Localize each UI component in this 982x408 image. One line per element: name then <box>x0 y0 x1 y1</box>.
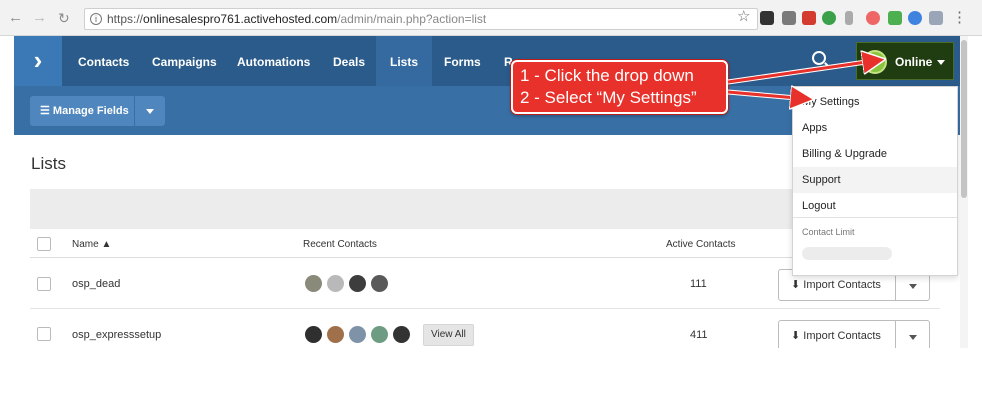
nav-deals[interactable]: Deals <box>319 36 379 86</box>
user-dropdown-menu: My Settings Apps Billing & Upgrade Suppo… <box>792 86 958 276</box>
page-title: Lists <box>31 154 66 173</box>
logo-icon[interactable]: › <box>14 36 62 86</box>
avatar[interactable] <box>305 275 322 292</box>
avatar[interactable] <box>349 326 366 343</box>
user-status-dropdown[interactable]: Online <box>856 42 954 80</box>
menu-divider <box>793 217 957 218</box>
reload-icon[interactable]: ↻ <box>58 10 70 26</box>
contact-limit-bar <box>802 247 892 260</box>
extension-code-icon[interactable] <box>929 11 943 25</box>
avatar[interactable] <box>327 326 344 343</box>
manage-fields-menu-button[interactable] <box>135 96 165 126</box>
avatar[interactable] <box>305 326 322 343</box>
url-path: /admin/main.php?action=list <box>337 12 487 26</box>
column-name-header[interactable]: Name ▲ <box>72 239 111 250</box>
annotation-step-2: 2 - Select “My Settings” <box>520 88 697 107</box>
nav-campaigns[interactable]: Campaigns <box>138 36 231 86</box>
nav-automations[interactable]: Automations <box>223 36 324 86</box>
app-navbar: › Contacts Campaigns Automations Deals L… <box>14 36 968 86</box>
url-scheme: https:// <box>107 12 144 26</box>
extension-green-icon[interactable] <box>888 11 902 25</box>
view-all-button[interactable]: View All <box>423 324 474 346</box>
manage-fields-button[interactable]: ☰ Manage Fields <box>30 96 134 126</box>
row-checkbox[interactable] <box>37 277 51 291</box>
chevron-down-icon <box>937 60 945 65</box>
menu-item-my-settings[interactable]: My Settings <box>793 89 957 115</box>
row-checkbox[interactable] <box>37 327 51 341</box>
extension-blue-icon[interactable] <box>908 11 922 25</box>
nav-forms[interactable]: Forms <box>430 36 495 86</box>
avatar[interactable] <box>371 326 388 343</box>
menu-item-apps[interactable]: Apps <box>793 115 957 141</box>
scrollbar-thumb[interactable] <box>961 40 967 198</box>
avatar[interactable] <box>393 326 410 343</box>
extension-r-icon[interactable] <box>845 11 853 25</box>
table-row[interactable]: osp_expresssetup View All 411 ⬇ Import C… <box>30 310 940 348</box>
row-actions-menu-button[interactable] <box>896 320 930 348</box>
avatar <box>863 50 887 74</box>
menu-item-billing-upgrade[interactable]: Billing & Upgrade <box>793 141 957 167</box>
status-label: Online <box>895 55 933 69</box>
nav-lists[interactable]: Lists <box>376 36 433 86</box>
bookmark-star-icon[interactable]: ☆ <box>737 9 750 25</box>
list-name[interactable]: osp_expresssetup <box>72 329 161 341</box>
extension-red-icon[interactable] <box>866 11 880 25</box>
menu-item-logout[interactable]: Logout <box>793 193 957 219</box>
import-contacts-button[interactable]: ⬇ Import Contacts <box>778 320 896 348</box>
info-icon[interactable]: i <box>90 13 102 25</box>
select-all-checkbox[interactable] <box>37 237 51 251</box>
screen: ← → ↻ i https://onlinesalespro761.active… <box>0 0 982 348</box>
nav-contacts[interactable]: Contacts <box>64 36 143 86</box>
avatar[interactable] <box>349 275 366 292</box>
forward-icon[interactable]: → <box>32 10 47 26</box>
column-active-header: Active Contacts <box>666 239 736 250</box>
list-name[interactable]: osp_dead <box>72 278 120 290</box>
search-icon[interactable] <box>812 51 826 65</box>
avatar[interactable] <box>327 275 344 292</box>
annotation-step-1: 1 - Click the drop down <box>520 66 694 85</box>
menu-item-support[interactable]: Support <box>793 167 957 193</box>
contact-limit-label: Contact Limit <box>802 227 855 237</box>
column-recent-header: Recent Contacts <box>303 239 377 250</box>
extension-calendar-icon[interactable] <box>802 11 816 25</box>
back-icon[interactable]: ← <box>8 10 23 26</box>
active-contacts-count: 111 <box>690 278 707 290</box>
active-contacts-count: 411 <box>690 329 708 341</box>
url-host: onlinesalespro761.activehosted.com <box>143 12 338 26</box>
extension-pen-icon[interactable] <box>782 11 796 25</box>
avatar[interactable] <box>371 275 388 292</box>
annotation-callout: 1 - Click the drop down 2 - Select “My S… <box>511 60 728 114</box>
extension-grammarly-icon[interactable] <box>822 11 836 25</box>
extension-b-icon[interactable] <box>760 11 774 25</box>
browser-menu-icon[interactable]: ⋮ <box>952 10 967 26</box>
browser-toolbar: ← → ↻ i https://onlinesalespro761.active… <box>0 0 982 36</box>
address-bar[interactable]: i https://onlinesalespro761.activehosted… <box>84 8 758 30</box>
